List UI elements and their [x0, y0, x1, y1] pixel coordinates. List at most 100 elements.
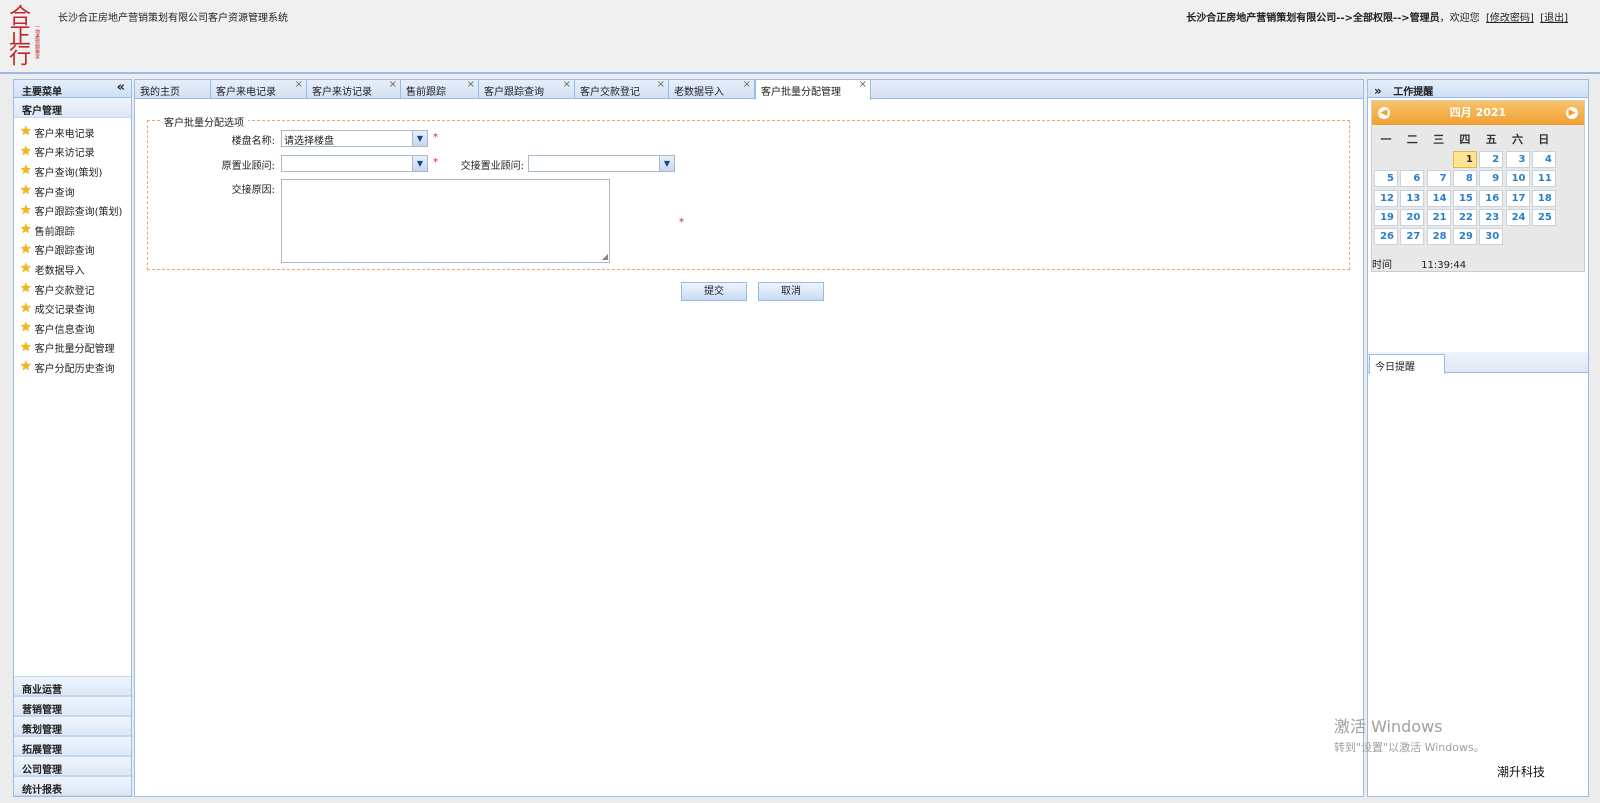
sidebar-item[interactable]: ★ 客户分配历史查询 — [14, 356, 131, 376]
calendar-day[interactable]: 23 — [1479, 208, 1504, 226]
calendar-day[interactable]: 2 — [1479, 151, 1504, 168]
close-tab-icon[interactable]: × — [657, 79, 665, 90]
calendar-day[interactable]: 12 — [1374, 189, 1398, 207]
prev-month-icon[interactable]: ◀ — [1378, 107, 1390, 119]
sidebar-item-label: 客户来电记录 — [34, 128, 95, 140]
handover-consultant-label: 交接置业顾问: — [460, 161, 524, 172]
calendar-day[interactable]: 22 — [1452, 208, 1477, 226]
submit-button[interactable]: 提交 — [681, 282, 747, 301]
sidebar-group[interactable]: 商业运营 — [14, 676, 131, 696]
brand-label: 潮升科技 — [1497, 765, 1546, 779]
building-select[interactable]: 请选择楼盘 ▼ — [281, 130, 428, 147]
weekday-label: 一 — [1380, 133, 1392, 146]
calendar-day[interactable]: 26 — [1374, 228, 1398, 246]
sidebar-group[interactable]: 拓展管理 — [14, 736, 131, 756]
tab-today-reminder[interactable]: 今日提醒 — [1369, 354, 1445, 374]
star-icon: ★ — [20, 143, 32, 159]
tab[interactable]: 售前跟踪 × — [401, 79, 479, 99]
sidebar-item[interactable]: ★ 客户跟踪查询(策划) — [14, 199, 131, 219]
change-password-link[interactable]: [修改密码] — [1486, 13, 1534, 24]
sidebar-item-label: 老数据导入 — [34, 265, 85, 277]
collapse-sidebar-icon[interactable]: « — [117, 80, 125, 95]
sidebar-group-customer[interactable]: 客户管理 — [14, 98, 131, 118]
sidebar-item[interactable]: ★ 客户来电记录 — [14, 121, 131, 141]
calendar-day[interactable]: 25 — [1531, 208, 1556, 226]
sidebar: 主要菜单 « 客户管理 ★ 客户来电记录 ★ 客户来访记录 ★ 客户查询(策划) ★ 客户查询… — [13, 79, 132, 797]
welcome-text: ，欢迎您 — [1439, 13, 1480, 24]
calendar-day[interactable]: 19 — [1374, 208, 1398, 226]
sidebar-item[interactable]: ★ 客户跟踪查询 — [14, 239, 131, 259]
calendar-day[interactable]: 6 — [1400, 170, 1425, 188]
calendar-day[interactable]: 5 — [1374, 170, 1398, 188]
cancel-button[interactable]: 取消 — [758, 282, 824, 301]
required-mark: * — [679, 217, 684, 228]
close-tab-icon[interactable]: × — [743, 79, 751, 90]
sidebar-item[interactable]: ★ 成交记录查询 — [14, 297, 131, 317]
calendar-day[interactable]: 20 — [1400, 208, 1425, 226]
handover-consultant-select[interactable]: ▼ — [528, 155, 675, 172]
tab[interactable]: 客户批量分配管理 × — [755, 79, 871, 100]
sidebar-item[interactable]: ★ 客户查询(策划) — [14, 160, 131, 180]
sidebar-item[interactable]: ★ 客户来访记录 — [14, 141, 131, 161]
logo-text: 合正行 — [5, 4, 30, 64]
weekday-label: 三 — [1433, 133, 1445, 146]
tab[interactable]: 客户来电记录 × — [211, 79, 307, 99]
calendar-day[interactable]: 21 — [1426, 208, 1451, 226]
close-tab-icon[interactable]: × — [389, 79, 397, 90]
calendar-day[interactable]: 7 — [1426, 170, 1451, 188]
calendar-day[interactable]: 4 — [1531, 151, 1556, 168]
header: 合正行 一地產營銷專家 长沙合正房地产营销策划有限公司客户资源管理系统 长沙合正… — [0, 0, 1600, 74]
sidebar-group[interactable]: 策划管理 — [14, 716, 131, 736]
weekday-label: 五 — [1485, 133, 1497, 146]
calendar-day[interactable]: 1 — [1452, 151, 1477, 168]
sidebar-groups: 商业运营 营销管理 策划管理 拓展管理 公司管理 统计报表 — [14, 676, 131, 796]
tab[interactable]: 老数据导入 × — [669, 79, 755, 99]
tab[interactable]: 客户交款登记 × — [575, 79, 669, 99]
calendar-day[interactable]: 8 — [1452, 170, 1477, 188]
sidebar-group[interactable]: 公司管理 — [14, 756, 131, 776]
calendar-day[interactable]: 18 — [1531, 189, 1556, 207]
sidebar-group[interactable]: 统计报表 — [14, 776, 131, 796]
calendar-day[interactable]: 16 — [1479, 189, 1504, 207]
user-path: 长沙合正房地产营销策划有限公司-->全部权限-->管理员 — [1186, 13, 1440, 24]
calendar-day[interactable]: 13 — [1400, 189, 1425, 207]
close-tab-icon[interactable]: × — [859, 79, 867, 90]
calendar-day[interactable]: 24 — [1505, 208, 1530, 226]
calendar-day[interactable]: 3 — [1505, 151, 1530, 168]
calendar-day[interactable]: 14 — [1426, 189, 1451, 207]
expand-panel-icon[interactable]: » — [1374, 84, 1382, 98]
calendar-day[interactable]: 29 — [1452, 228, 1477, 246]
calendar-header: ◀ 四月 2021 ▶ — [1372, 101, 1584, 125]
resize-grip-icon[interactable]: ◢ — [602, 252, 608, 261]
sidebar-item[interactable]: ★ 老数据导入 — [14, 258, 131, 278]
sidebar-item[interactable]: ★ 客户查询 — [14, 180, 131, 200]
star-icon: ★ — [20, 339, 32, 355]
calendar-day[interactable]: 15 — [1452, 189, 1477, 207]
close-tab-icon[interactable]: × — [295, 79, 303, 90]
company-logo: 合正行 一地產營銷專家 — [4, 4, 56, 70]
close-tab-icon[interactable]: × — [563, 79, 571, 90]
sidebar-item[interactable]: ★ 售前跟踪 — [14, 219, 131, 239]
close-tab-icon[interactable]: × — [467, 79, 475, 90]
logout-link[interactable]: [退出] — [1540, 13, 1568, 24]
reason-textarea[interactable]: ◢ — [281, 179, 610, 263]
tab[interactable]: 客户跟踪查询 × — [479, 79, 575, 99]
sidebar-item[interactable]: ★ 客户批量分配管理 — [14, 337, 131, 357]
calendar-day[interactable]: 17 — [1505, 189, 1530, 207]
calendar-day[interactable]: 30 — [1479, 228, 1504, 246]
calendar-day[interactable]: 9 — [1479, 170, 1504, 188]
sidebar-item-label: 售前跟踪 — [34, 226, 75, 238]
sidebar-group[interactable]: 营销管理 — [14, 696, 131, 716]
sidebar-item[interactable]: ★ 客户信息查询 — [14, 317, 131, 337]
orig-consultant-select[interactable]: ▼ — [281, 155, 428, 172]
sidebar-item[interactable]: ★ 客户交款登记 — [14, 278, 131, 298]
calendar-day[interactable]: 10 — [1505, 170, 1530, 188]
calendar-day[interactable]: 27 — [1400, 228, 1425, 246]
tab[interactable]: 我的主页 — [135, 80, 211, 99]
tab[interactable]: 客户来访记录 × — [307, 79, 401, 99]
app-title: 长沙合正房地产营销策划有限公司客户资源管理系统 — [58, 13, 288, 24]
calendar-day[interactable]: 28 — [1426, 228, 1451, 246]
tab-label: 客户跟踪查询 — [484, 87, 544, 98]
next-month-icon[interactable]: ▶ — [1566, 107, 1578, 119]
calendar-day[interactable]: 11 — [1531, 170, 1556, 188]
